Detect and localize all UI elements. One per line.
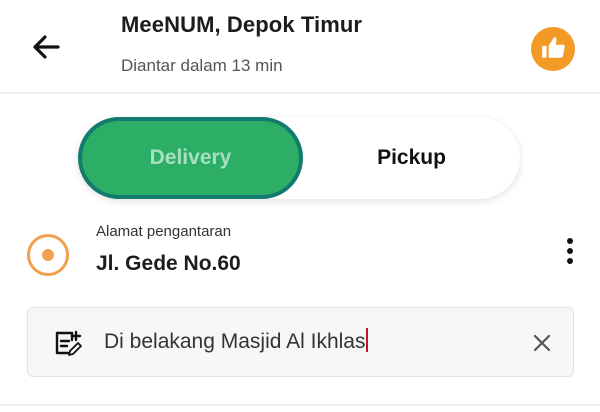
- arrow-left-icon: [33, 35, 60, 59]
- thumbs-up-badge[interactable]: [531, 27, 575, 71]
- header-divider: [0, 92, 600, 94]
- restaurant-title: MeeNUM, Depok Timur: [121, 12, 363, 37]
- header: MeeNUM, Depok Timur Diantar dalam 13 min: [0, 0, 600, 92]
- clear-button[interactable]: [530, 331, 554, 355]
- pickup-tab[interactable]: Pickup: [303, 117, 520, 199]
- text-caret: [366, 328, 369, 352]
- back-button[interactable]: [30, 30, 64, 64]
- note-value: Di belakang Masjid Al Ikhlas: [104, 330, 366, 353]
- address-label: Alamat pengantaran: [96, 223, 232, 240]
- delivery-tab[interactable]: Delivery: [78, 117, 303, 199]
- note-edit-icon: [55, 330, 82, 356]
- note-text: Di belakang Masjid Al Ikhlas: [104, 328, 369, 354]
- order-mode-toggle: Delivery Pickup: [78, 117, 520, 199]
- delivery-note-input[interactable]: Di belakang Masjid Al Ikhlas: [27, 307, 574, 377]
- bottom-divider: [0, 404, 600, 406]
- location-pin-icon: [27, 234, 69, 276]
- address-value[interactable]: Jl. Gede No.60: [96, 252, 241, 276]
- thumbs-up-icon: [542, 37, 565, 58]
- close-icon: [533, 334, 551, 352]
- more-vertical-icon[interactable]: [562, 236, 578, 266]
- delivery-time: Diantar dalam 13 min: [121, 56, 283, 75]
